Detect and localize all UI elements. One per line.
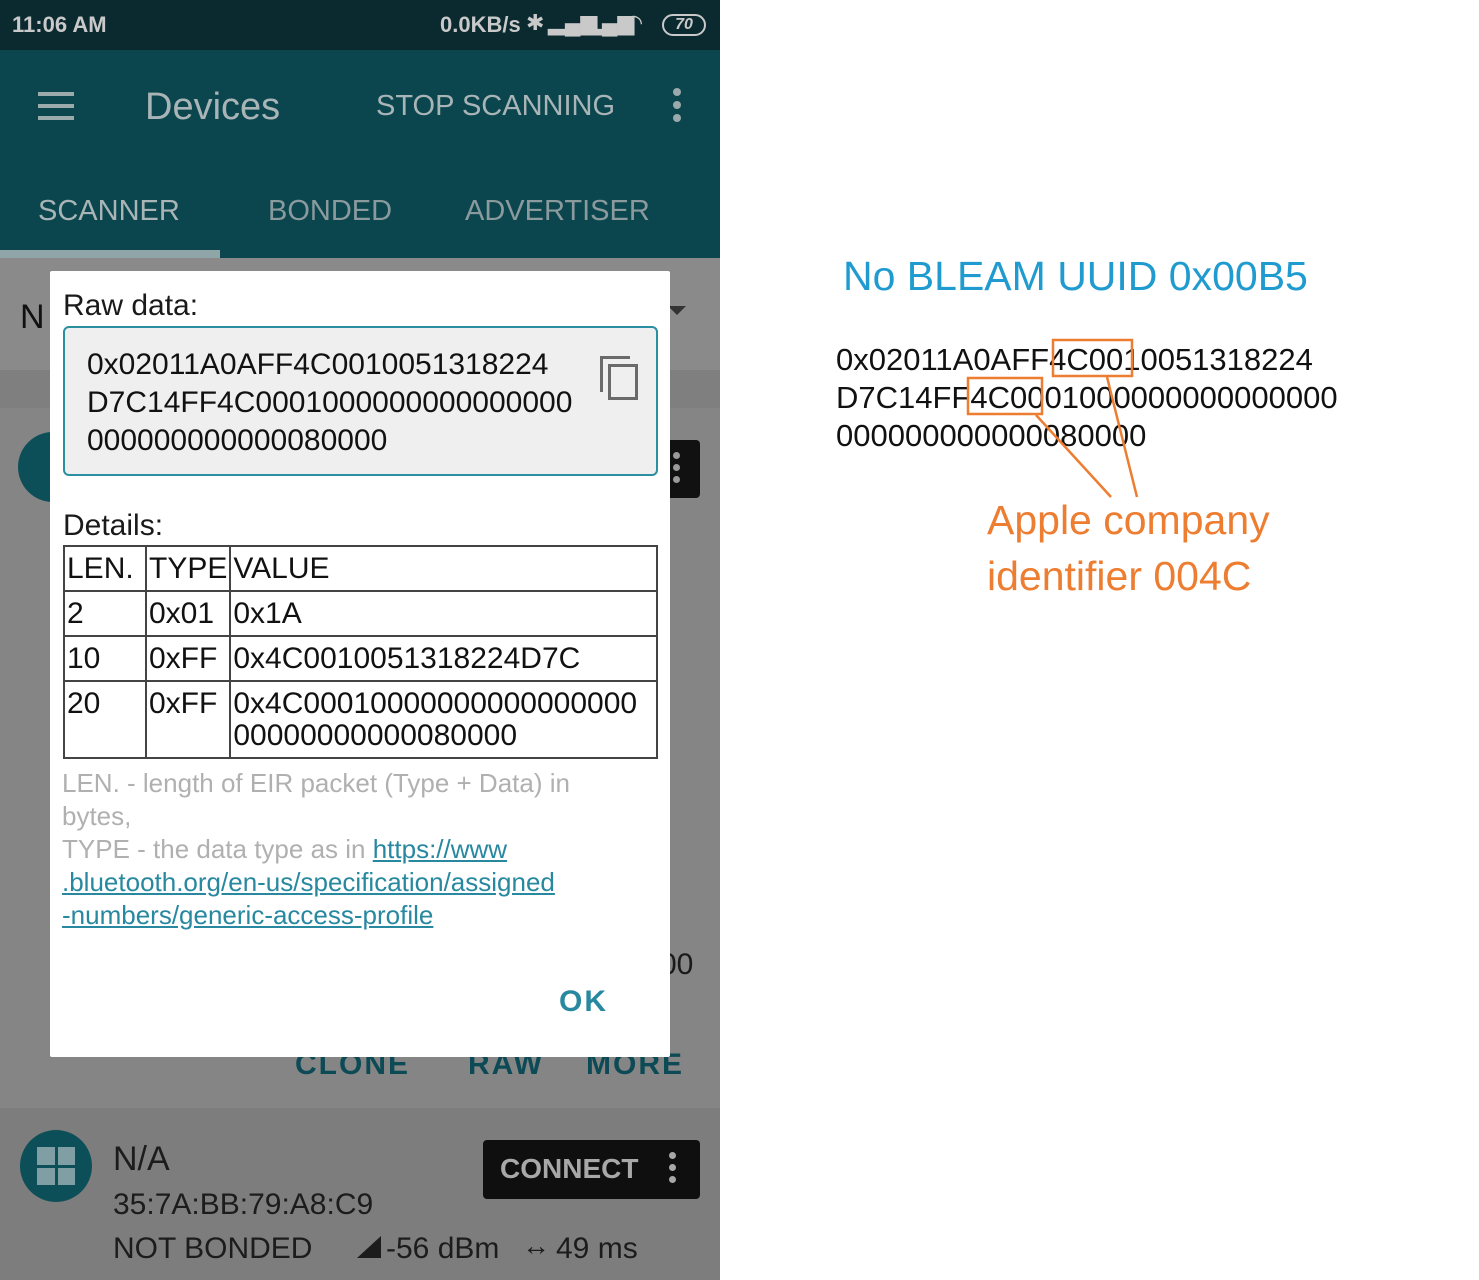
- cell-type: 0x01: [144, 590, 232, 637]
- app-bar: Devices STOP SCANNING SCANNER BONDED ADV…: [0, 50, 720, 258]
- device-name: N/A: [113, 1140, 170, 1178]
- annotation-title: No BLEAM UUID 0x00B5: [843, 253, 1308, 299]
- tab-scanner[interactable]: SCANNER: [38, 195, 180, 228]
- hamburger-menu-icon[interactable]: [38, 92, 74, 122]
- link-line: .bluetooth.org/en-us/specification/assig…: [62, 867, 555, 897]
- interval-arrows-icon: ↔: [522, 1230, 550, 1261]
- note-line: identifier 004C: [987, 553, 1252, 599]
- table-row: 20 0xFF 0x4C00010000000000000000 0000000…: [63, 680, 658, 759]
- status-time: 11:06 AM: [12, 12, 107, 37]
- filter-text: N: [20, 298, 45, 336]
- cell-value-line: 00000000000080000: [233, 719, 517, 752]
- link-line: https://www: [372, 834, 508, 864]
- cell-value: 0x4C00010000000000000000 000000000000800…: [229, 680, 658, 759]
- connect-label: CONNECT: [500, 1153, 639, 1184]
- connect-button[interactable]: CONNECT: [483, 1140, 700, 1199]
- raw-data-line: 000000000000080000: [87, 424, 388, 457]
- table-row: 10 0xFF 0x4C0010051318224D7C: [63, 635, 658, 682]
- annotation-raw-data: 0x02011A0AFF4C0010051318224 D7C14FF4C000…: [836, 341, 1338, 455]
- network-speed: 0.0KB/s: [440, 12, 521, 37]
- dropdown-caret-icon[interactable]: [668, 306, 686, 315]
- table-header-row: LEN. TYPE VALUE: [63, 545, 658, 592]
- column-header-type: TYPE: [144, 545, 232, 592]
- legend-type: TYPE - the data type as in: [62, 834, 373, 864]
- bond-state: NOT BONDED: [113, 1232, 313, 1265]
- tab-bonded[interactable]: BONDED: [268, 195, 392, 228]
- legend-len: LEN. - length of EIR packet (Type + Data…: [62, 768, 570, 831]
- advertising-interval: 49 ms: [556, 1232, 638, 1265]
- ok-button[interactable]: OK: [559, 985, 608, 1019]
- cell-type: 0xFF: [144, 680, 232, 759]
- raw-data-text: 0x02011A0AFF4C0010051318224 D7C14FF4C000…: [87, 346, 587, 460]
- raw-data-line: D7C14FF4C0001000000000000000: [87, 386, 573, 419]
- apple-identifier-note: Apple company identifier 004C: [987, 492, 1270, 604]
- annotation-raw-line: D7C14FF4C0001000000000000000: [836, 380, 1338, 415]
- cell-len: 20: [63, 680, 147, 759]
- device-rssi: -56 dBm: [386, 1232, 500, 1265]
- table-row: 2 0x01 0x1A: [63, 590, 658, 637]
- annotation-raw-line: 0x02011A0AFF4C0010051318224: [836, 342, 1313, 377]
- device-mac-address: 35:7A:BB:79:A8:C9: [113, 1188, 374, 1221]
- more-vert-icon[interactable]: [669, 1152, 676, 1188]
- note-line: Apple company: [987, 497, 1270, 543]
- cell-value-line: 0x1A: [233, 597, 302, 630]
- raw-data-box[interactable]: 0x02011A0AFF4C0010051318224 D7C14FF4C000…: [63, 326, 658, 476]
- bluetooth-icon: ✱: [526, 10, 545, 35]
- cell-value-line: 0x4C00010000000000000000: [233, 687, 638, 720]
- phone-screen: 11:06 AM 0.0KB/s ✱ ▂▄▆ ▂▄▆ ◠ 70 Devices …: [0, 0, 720, 1280]
- raw-data-title: Raw data:: [63, 289, 199, 322]
- device-avatar: [20, 1130, 92, 1202]
- app-title: Devices: [145, 86, 281, 128]
- legend-text: LEN. - length of EIR packet (Type + Data…: [62, 767, 622, 932]
- cell-len: 2: [63, 590, 147, 637]
- status-bar: 11:06 AM 0.0KB/s ✱ ▂▄▆ ▂▄▆ ◠ 70: [0, 0, 720, 50]
- raw-data-dialog: Raw data: 0x02011A0AFF4C0010051318224 D7…: [50, 271, 670, 1057]
- annotation-raw-line: 000000000000080000: [836, 418, 1147, 453]
- raw-data-line: 0x02011A0AFF4C0010051318224: [87, 348, 549, 381]
- battery-icon: 70: [662, 14, 706, 36]
- cell-type: 0xFF: [144, 635, 232, 682]
- link-line: -numbers/generic-access-profile: [62, 900, 434, 930]
- copy-icon[interactable]: [600, 356, 640, 402]
- signal-strength-icon: [357, 1236, 381, 1258]
- overflow-menu-icon[interactable]: [670, 88, 684, 128]
- column-header-value: VALUE: [229, 545, 658, 592]
- wifi-icon: ◠: [624, 10, 644, 35]
- cell-len: 10: [63, 635, 147, 682]
- cell-value: 0x4C0010051318224D7C: [229, 635, 658, 682]
- windows-logo-icon: [37, 1147, 75, 1185]
- more-vert-icon: [673, 452, 680, 488]
- details-title: Details:: [63, 509, 164, 542]
- cell-value-line: 0x4C0010051318224D7C: [233, 642, 581, 675]
- tab-advertiser[interactable]: ADVERTISER: [465, 195, 650, 228]
- cell-value: 0x1A: [229, 590, 658, 637]
- stop-scanning-button[interactable]: STOP SCANNING: [376, 90, 615, 123]
- tab-indicator: [0, 250, 220, 258]
- column-header-len: LEN.: [63, 545, 147, 592]
- details-table: LEN. TYPE VALUE 2 0x01 0x1A 10 0xFF 0x4C…: [63, 545, 658, 759]
